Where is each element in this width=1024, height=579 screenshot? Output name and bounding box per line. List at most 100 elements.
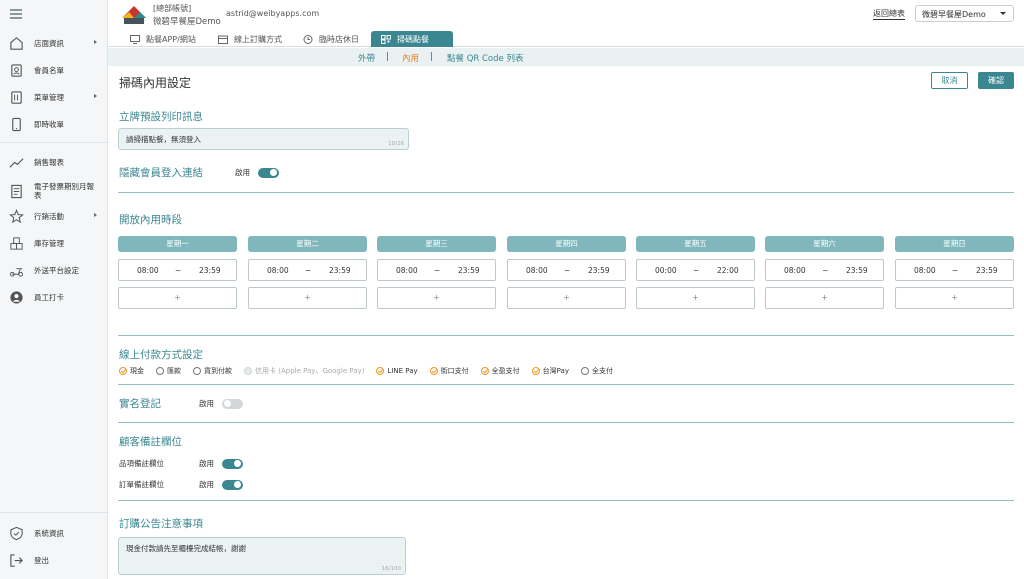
end-time: 23:59 [976,266,998,275]
time-range-input[interactable]: 08:00 ~23:59 [765,259,884,281]
add-time-range-button[interactable]: + [377,287,496,309]
tab-label: 掃碼點餐 [397,34,429,44]
checkbox[interactable] [480,367,489,375]
payment-option[interactable]: 現金 [119,366,144,376]
start-time: 08:00 [396,266,418,275]
sidebar-item-orders[interactable]: 即時收單 [0,113,108,135]
payment-option[interactable]: 街口支付 [429,366,469,376]
payment-option[interactable]: 台灣Pay [531,366,569,376]
payment-option[interactable]: 全盈支付 [480,366,520,376]
toggle-label: 啟用 [199,459,214,468]
time-range-input[interactable]: 08:00 ~23:59 [895,259,1014,281]
clock-icon [303,34,313,44]
payment-option-label: 信用卡 (Apple Pay、Google Pay) [255,367,365,375]
trend-chart-icon [8,154,24,170]
subtab-dine-in[interactable]: 內用 [402,52,419,64]
time-separator: ~ [952,266,959,275]
day-header: 星期六 [765,236,884,252]
sidebar-item-menu[interactable]: 菜單管理 [0,86,108,108]
store-select[interactable]: 微碧早餐屋Demo [915,5,1014,22]
sidebar-item-label: 行銷活動 [34,211,64,221]
notice-input[interactable]: 現金付款請先至櫃檯完成結帳，謝謝 16/100 [118,537,406,575]
checkbox[interactable] [119,367,127,375]
checkbox[interactable] [531,367,540,375]
print-message-input[interactable]: 請掃描點餐，無須登入 10/26 [118,128,409,150]
order-remark-toggle[interactable] [222,479,243,490]
add-time-range-button[interactable]: + [507,287,626,309]
sidebar-item-delivery[interactable]: 外送平台設定 [0,259,108,281]
checkbox[interactable] [429,367,438,375]
confirm-button[interactable]: 確認 [978,72,1014,89]
hide-login-toggle-row: 啟用 [235,167,279,178]
subtab-qr-list[interactable]: 點餐 QR Code 列表 [447,52,523,64]
tab-app-website[interactable]: 點餐APP/網站 [130,31,196,47]
add-time-range-button[interactable]: + [636,287,755,309]
day-column: 星期三 08:00 ~23:59 + [377,236,496,309]
char-counter: 10/26 [388,141,404,147]
sidebar-item-inventory[interactable]: 庫存管理 [0,232,108,254]
payment-option[interactable]: 貨到付款 [193,366,232,376]
sidebar-item-sales-report[interactable]: 銷售報表 [0,151,108,173]
sidebar-item-system-info[interactable]: 系統資訊 [0,522,108,544]
tab-online-order[interactable]: 線上訂購方式 [218,31,282,47]
sidebar-divider [0,142,108,143]
hide-login-toggle[interactable] [258,167,279,178]
checkbox [244,367,252,375]
sidebar-item-store-info[interactable]: 店面資訊 [0,32,108,54]
monitor-icon [130,34,140,44]
payment-option-label: 貨到付款 [204,367,232,375]
add-time-range-button[interactable]: + [248,287,367,309]
time-separator: ~ [822,266,829,275]
payment-option[interactable]: 匯款 [156,366,181,376]
day-header: 星期二 [248,236,367,252]
cancel-button[interactable]: 取消 [931,72,968,89]
checkbox[interactable] [193,367,201,375]
item-remark-label: 品項備註欄位 [119,459,164,468]
time-range-input[interactable]: 00:00 ~22:00 [636,259,755,281]
payment-option[interactable]: 全支付 [580,366,613,376]
notice-title: 訂購公告注意事項 [119,518,203,530]
back-to-overview-link[interactable]: 返回總表 [873,8,905,20]
item-remark-toggle[interactable] [222,458,243,469]
day-column: 星期五 00:00 ~22:00 + [636,236,755,309]
tab-qr-ordering[interactable]: 掃碼點餐 [371,31,453,47]
add-time-range-button[interactable]: + [895,287,1014,309]
start-time: 08:00 [267,266,289,275]
day-column: 星期二 08:00 ~23:59 + [248,236,367,309]
time-range-input[interactable]: 08:00 ~23:59 [377,259,496,281]
sidebar-item-staff-clock[interactable]: 員工打卡 [0,286,108,308]
tab-temporary-closure[interactable]: 臨時店休日 [303,31,359,47]
tablet-icon [8,116,24,132]
sidebar-item-invoice-report[interactable]: 電子發票期別月報表 [0,178,108,204]
sidebar-item-members[interactable]: 會員名單 [0,59,108,81]
time-range-input[interactable]: 08:00 ~23:59 [118,259,237,281]
tab-bar: 點餐APP/網站 線上訂購方式 臨時店休日 掃碼點餐 [108,31,1024,47]
start-time: 08:00 [914,266,936,275]
add-time-range-button[interactable]: + [765,287,884,309]
chevron-right-icon [94,94,97,98]
payment-option[interactable]: LINE Pay [376,366,418,376]
sidebar-item-label: 系統資訊 [34,528,64,538]
checkbox[interactable] [156,367,164,375]
sidebar-item-logout[interactable]: 登出 [0,549,108,571]
payment-option-label: 街口支付 [440,367,469,375]
add-time-range-button[interactable]: + [118,287,237,309]
payment-option: 信用卡 (Apple Pay、Google Pay) [244,366,364,376]
time-range-input[interactable]: 08:00 ~23:59 [507,259,626,281]
member-card-icon [8,62,24,78]
payment-option-label: 台灣Pay [542,367,569,375]
subtab-takeout[interactable]: 外帶 [358,52,375,64]
sidebar-item-marketing[interactable]: 行銷活動 [0,205,108,227]
account-tag: [總部帳號] [153,4,192,13]
real-name-toggle[interactable] [222,398,243,409]
time-range-input[interactable]: 08:00 ~23:59 [248,259,367,281]
logout-icon [8,552,24,568]
section-divider [118,500,1014,501]
checkbox[interactable] [376,367,385,375]
hamburger-menu-icon[interactable] [10,9,22,19]
toggle-label: 啟用 [199,480,214,489]
payment-option-label: LINE Pay [387,367,418,375]
subtab-separator: | [386,52,389,62]
checkbox[interactable] [580,367,589,375]
day-column: 星期一 08:00 ~23:59 + [118,236,237,309]
